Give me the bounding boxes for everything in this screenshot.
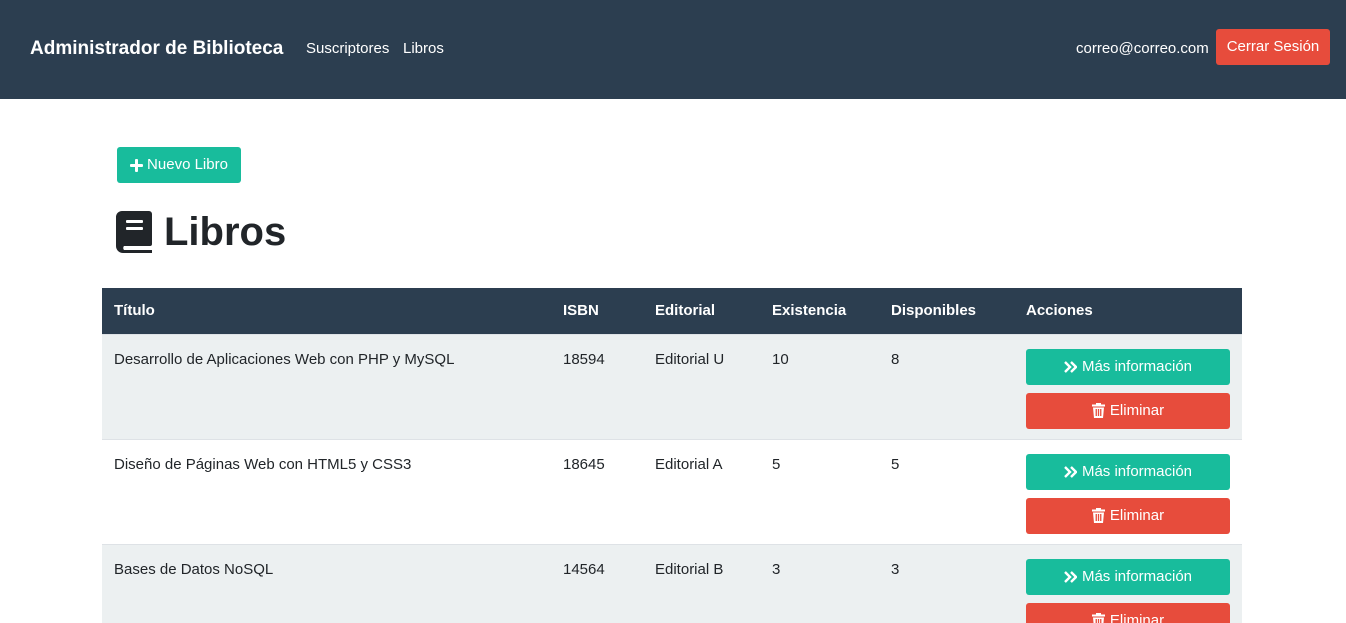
top-navbar: Administrador de Biblioteca Suscriptores… [0, 0, 1346, 99]
header-isbn: ISBN [563, 302, 599, 320]
new-book-label: Nuevo Libro [147, 156, 228, 173]
nav-link-libros[interactable]: Libros [403, 39, 444, 59]
cell-titulo: Desarrollo de Aplicaciones Web con PHP y… [114, 350, 455, 368]
user-email: correo@correo.com [1076, 40, 1209, 57]
app-brand[interactable]: Administrador de Biblioteca [30, 37, 283, 61]
cell-titulo: Bases de Datos NoSQL [114, 560, 274, 578]
more-info-label: Más información [1081, 462, 1193, 480]
more-info-button[interactable]: Más información [1026, 453, 1230, 490]
header-existencia: Existencia [772, 302, 847, 320]
header-acciones: Acciones [1026, 302, 1093, 320]
new-book-button[interactable]: Nuevo Libro [117, 147, 241, 183]
more-info-label: Más información [1081, 567, 1193, 585]
cell-isbn: 18645 [563, 455, 605, 473]
cell-editorial: Editorial A [655, 455, 723, 473]
cell-acciones: Más información Eliminar [1014, 439, 1242, 544]
nav-link-suscriptores[interactable]: Suscriptores [306, 39, 389, 59]
cell-isbn: 18594 [563, 350, 605, 368]
more-info-button[interactable]: Más información [1026, 348, 1230, 385]
books-table: Título ISBN Editorial Existencia Disponi… [102, 288, 1242, 623]
cell-titulo: Diseño de Páginas Web con HTML5 y CSS3 [114, 455, 412, 473]
double-chevron-right-icon [1064, 465, 1077, 478]
more-info-label: Más información [1081, 357, 1193, 375]
trash-icon [1091, 613, 1105, 623]
header-titulo: Título [114, 302, 155, 320]
table-row: Diseño de Páginas Web con HTML5 y CSS3 1… [102, 439, 1242, 544]
book-icon [116, 211, 152, 253]
trash-icon [1091, 508, 1105, 523]
delete-label: Eliminar [1109, 506, 1165, 524]
cell-acciones: Más información Eliminar [1014, 334, 1242, 439]
cell-disponibles: 8 [891, 350, 900, 368]
cell-editorial: Editorial U [655, 350, 725, 368]
double-chevron-right-icon [1064, 360, 1077, 373]
cell-acciones: Más información Eliminar [1014, 544, 1242, 623]
page-title: Libros [164, 210, 287, 254]
cell-disponibles: 3 [891, 560, 900, 578]
table-row: Bases de Datos NoSQL 14564 Editorial B 3… [102, 544, 1242, 623]
cell-existencia: 10 [772, 350, 789, 368]
delete-label: Eliminar [1109, 611, 1165, 623]
cell-isbn: 14564 [563, 560, 605, 578]
table-row: Desarrollo de Aplicaciones Web con PHP y… [102, 334, 1242, 439]
table-header-row: Título ISBN Editorial Existencia Disponi… [102, 288, 1242, 334]
double-chevron-right-icon [1064, 570, 1077, 583]
logout-button[interactable]: Cerrar Sesión [1216, 29, 1330, 65]
delete-button[interactable]: Eliminar [1026, 392, 1230, 429]
delete-button[interactable]: Eliminar [1026, 497, 1230, 534]
plus-icon [130, 158, 144, 172]
header-disponibles: Disponibles [891, 302, 977, 320]
cell-editorial: Editorial B [655, 560, 724, 578]
more-info-button[interactable]: Más información [1026, 558, 1230, 595]
header-editorial: Editorial [655, 302, 716, 320]
cell-disponibles: 5 [891, 455, 900, 473]
cell-existencia: 5 [772, 455, 781, 473]
cell-existencia: 3 [772, 560, 781, 578]
page-heading: Libros [116, 210, 286, 254]
delete-button[interactable]: Eliminar [1026, 602, 1230, 623]
trash-icon [1091, 403, 1105, 418]
delete-label: Eliminar [1109, 401, 1165, 419]
